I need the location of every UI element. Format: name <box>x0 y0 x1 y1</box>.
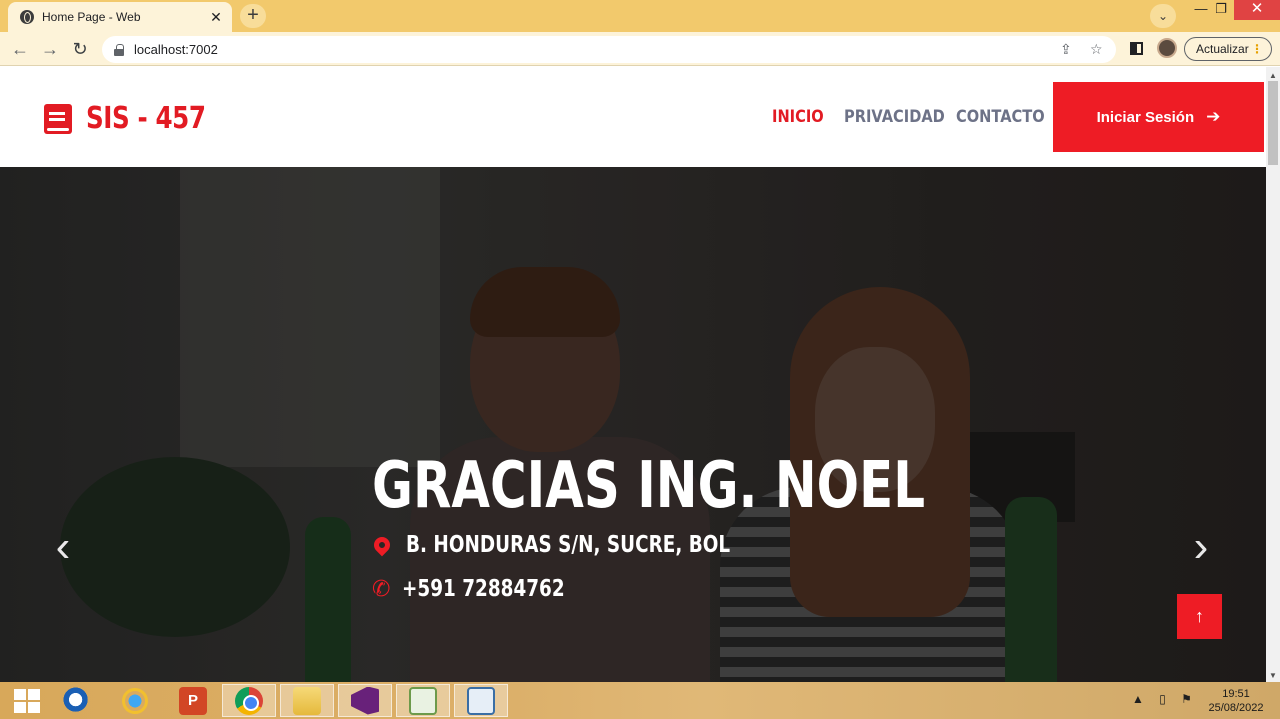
search-app-icon <box>63 686 91 715</box>
phone-text: +591 72884762 <box>402 576 566 602</box>
bookmark-star-icon[interactable]: ☆ <box>1090 41 1103 58</box>
login-button[interactable]: Iniciar Sesión ➔ <box>1053 82 1264 152</box>
browser-toolbar: ← → ↻ localhost:7002 ⇪ ☆ <box>0 32 1280 66</box>
carousel-next-icon[interactable]: › <box>1186 525 1216 569</box>
url-text[interactable]: localhost:7002 <box>134 42 218 57</box>
brand-name: SIS - 457 <box>86 101 206 136</box>
scroll-up-icon[interactable]: ▲ <box>1269 71 1277 80</box>
side-panel-icon[interactable] <box>1130 42 1143 55</box>
visual-studio-icon <box>351 686 379 715</box>
update-label: Actualizar <box>1196 42 1249 56</box>
system-tray[interactable]: ▲ ▯ ⚑ <box>1132 692 1198 706</box>
book-icon <box>44 103 72 134</box>
hero-background-image <box>0 167 1266 682</box>
tab-search-button[interactable]: ⌄ <box>1150 4 1176 28</box>
notepad-icon <box>409 686 437 715</box>
taskbar-notepad[interactable] <box>396 684 450 717</box>
site-header: SIS - 457 INICIO PRIVACIDAD CONTACTO Ini… <box>0 67 1266 167</box>
clock-date: 25/08/2022 <box>1208 702 1264 714</box>
login-button-label: Iniciar Sesión <box>1096 108 1195 126</box>
hero-title: GRACIAS ING. NOEL <box>372 449 926 523</box>
scroll-down-icon[interactable]: ▼ <box>1269 671 1277 680</box>
arrow-right-icon: ➔ <box>1206 107 1221 126</box>
folder-icon <box>293 686 321 715</box>
back-arrow-icon[interactable]: ← <box>8 38 32 60</box>
carousel-prev-icon[interactable]: ‹ <box>48 525 78 569</box>
app-window-icon <box>467 686 495 715</box>
browser-tab[interactable]: Home Page - Web ✕ <box>8 2 232 32</box>
internet-explorer-icon <box>122 687 148 714</box>
tab-title: Home Page - Web <box>42 10 141 24</box>
brand-logo[interactable]: SIS - 457 <box>44 101 232 136</box>
window-maximize-button[interactable]: ❐ <box>1208 0 1234 18</box>
back-to-top-button[interactable]: ↑ <box>1177 594 1222 639</box>
hero-caption: GRACIAS ING. NOEL B. HONDURAS S/N, SUCRE… <box>370 449 1081 602</box>
profile-avatar[interactable] <box>1157 38 1177 58</box>
taskbar-visual-studio[interactable] <box>338 684 392 717</box>
share-icon[interactable]: ⇪ <box>1060 41 1072 58</box>
taskbar-chrome[interactable] <box>222 684 276 717</box>
nav-link-inicio[interactable]: INICIO <box>772 107 824 127</box>
map-pin-icon <box>370 533 394 557</box>
taskbar-powerpoint[interactable]: P <box>166 684 220 717</box>
window-close-button[interactable]: ✕ <box>1234 0 1280 20</box>
powerpoint-icon: P <box>179 686 207 715</box>
phone-icon: ✆ <box>372 576 391 601</box>
windows-logo-icon <box>14 688 40 713</box>
lock-icon[interactable] <box>114 43 124 56</box>
taskbar-search-app[interactable] <box>50 684 104 717</box>
phone-row: ✆ +591 72884762 <box>372 576 1081 602</box>
browser-tab-strip: Home Page - Web ✕ + ⌄ — ❐ ✕ <box>0 0 1280 32</box>
page-scrollbar[interactable]: ▲ ▼ <box>1266 67 1280 682</box>
taskbar-ie[interactable] <box>108 684 162 717</box>
hero-carousel: GRACIAS ING. NOEL B. HONDURAS S/N, SUCRE… <box>0 167 1266 682</box>
taskbar-file-explorer[interactable] <box>280 684 334 717</box>
clock-time: 19:51 <box>1222 688 1250 700</box>
reload-icon[interactable]: ↻ <box>68 38 92 60</box>
chrome-icon <box>235 686 263 715</box>
address-bar[interactable]: localhost:7002 ⇪ ☆ <box>102 36 1116 63</box>
new-tab-button[interactable]: + <box>240 4 266 28</box>
taskbar-app[interactable] <box>454 684 508 717</box>
more-menu-icon: ⋮ <box>1251 42 1263 56</box>
windows-taskbar: P <box>0 682 1280 719</box>
nav-link-contacto[interactable]: CONTACTO <box>956 107 1045 127</box>
update-browser-button[interactable]: Actualizar ⋮ <box>1184 37 1272 61</box>
nav-link-privacidad[interactable]: PRIVACIDAD <box>844 107 945 127</box>
start-button[interactable] <box>0 684 54 717</box>
globe-icon <box>20 10 34 24</box>
address-row: B. HONDURAS S/N, SUCRE, BOL <box>370 532 1081 558</box>
scroll-thumb[interactable] <box>1268 81 1278 165</box>
tab-close-button[interactable]: ✕ <box>208 9 224 26</box>
main-nav: INICIO PRIVACIDAD CONTACTO <box>772 107 1056 127</box>
address-text: B. HONDURAS S/N, SUCRE, BOL <box>406 532 731 558</box>
forward-arrow-icon[interactable]: → <box>38 38 62 60</box>
taskbar-clock[interactable]: 19:51 25/08/2022 <box>1200 687 1272 715</box>
